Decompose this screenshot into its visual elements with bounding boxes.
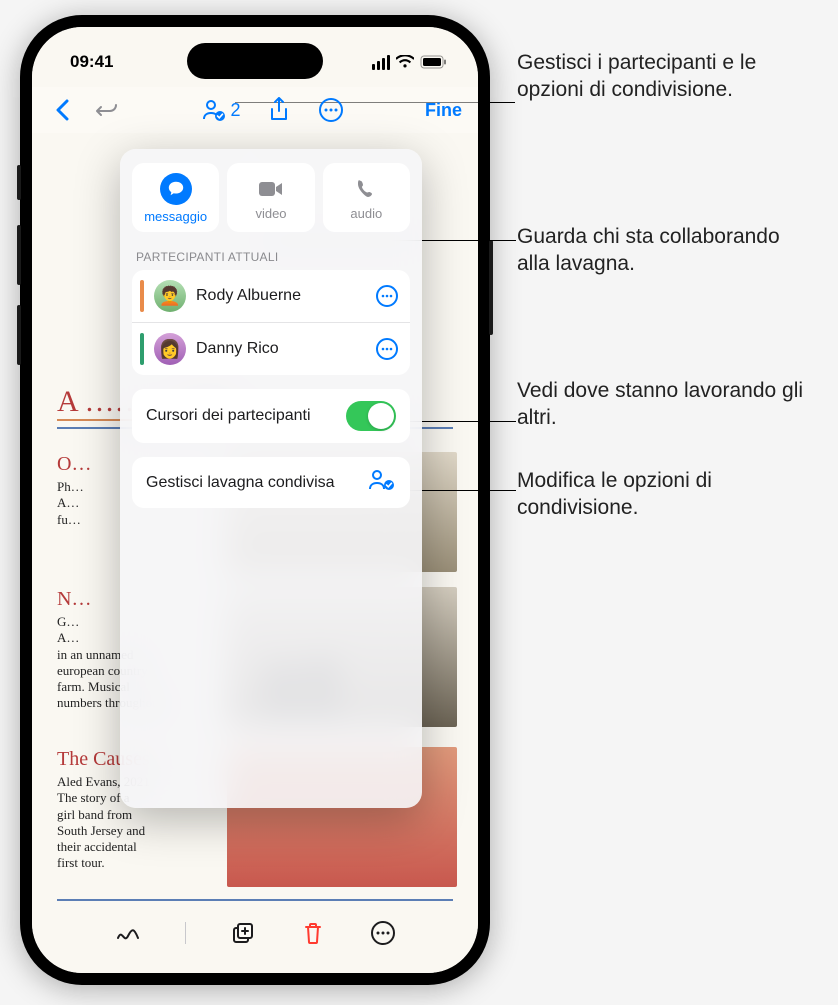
message-button[interactable]: messaggio [132,163,219,232]
audio-button[interactable]: audio [323,163,410,232]
avatar: 👩 [154,333,186,365]
back-button[interactable] [48,96,76,124]
manage-label: Gestisci lavagna condivisa [146,474,358,492]
collaboration-button[interactable]: 2 [202,99,240,121]
audio-label: audio [350,206,382,221]
done-button[interactable]: Fine [425,100,462,120]
silent-switch [17,165,21,200]
presence-indicator [140,333,144,365]
message-icon [160,173,192,205]
callout-text: Modifica le opzioni di condivisione. [517,468,817,522]
avatar: 🧑‍🦱 [154,280,186,312]
cellular-icon [372,55,390,70]
more-button[interactable] [317,96,345,124]
share-button[interactable] [265,96,293,124]
presence-indicator [140,280,144,312]
dynamic-island [187,43,323,79]
callout-text: Gestisci i partecipanti e le opzioni di … [517,50,817,104]
participant-name: Rody Albuerne [196,287,366,305]
volume-up-button [17,225,21,285]
bottom-toolbar [32,909,478,957]
participant-row[interactable]: 👩 Danny Rico [132,322,410,375]
message-label: messaggio [144,209,207,224]
participant-count: 2 [230,100,240,121]
divider [57,899,453,901]
participant-more-button[interactable] [376,285,398,307]
video-label: video [255,206,286,221]
collaboration-popover: messaggio video audio PARTECIPANTI ATTUA… [120,149,422,808]
manage-shared-board-button[interactable]: Gestisci lavagna condivisa [132,457,410,508]
participants-list: 🧑‍🦱 Rody Albuerne 👩 Danny Rico [132,270,410,375]
participants-header: PARTECIPANTI ATTUALI [136,250,406,264]
phone-icon [350,176,382,202]
cursors-switch[interactable] [346,401,396,431]
phone-frame: 09:41 A ……… eam O… Ph… A… fu… [20,15,490,985]
callout-text: Guarda chi sta collaborando alla lavagna… [517,224,817,278]
people-check-icon [202,99,226,121]
delete-button[interactable] [300,920,326,946]
undo-button[interactable] [94,96,122,124]
bottom-more-button[interactable] [370,920,396,946]
screen: 09:41 A ……… eam O… Ph… A… fu… [32,27,478,973]
cursors-label: Cursori dei partecipanti [146,407,336,425]
ellipsis-icon [381,294,393,298]
participant-name: Danny Rico [196,340,366,358]
volume-down-button [17,305,21,365]
ellipsis-icon [381,347,393,351]
add-item-button[interactable] [230,920,256,946]
participant-more-button[interactable] [376,338,398,360]
status-time: 09:41 [70,52,113,72]
battery-icon [420,55,448,69]
draw-tool-button[interactable] [115,920,141,946]
divider [185,922,186,944]
wifi-icon [396,55,414,69]
top-toolbar: 2 Fine [32,87,478,133]
video-button[interactable]: video [227,163,314,232]
power-button [489,240,493,335]
cursors-toggle-row: Cursori dei partecipanti [132,389,410,443]
callout-text: Vedi dove stanno lavorando gli altri. [517,378,817,432]
people-share-icon [368,469,396,496]
participant-row[interactable]: 🧑‍🦱 Rody Albuerne [132,270,410,322]
video-icon [255,176,287,202]
